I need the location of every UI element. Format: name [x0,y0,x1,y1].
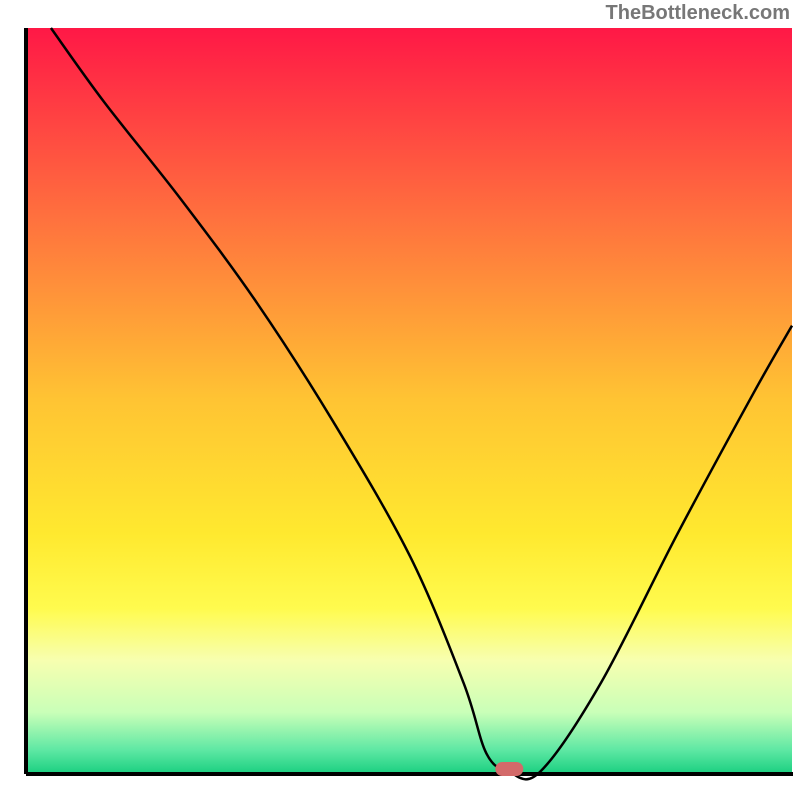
watermark-text: TheBottleneck.com [606,2,790,25]
plot-background [28,28,792,772]
chart-container: TheBottleneck.com [0,0,800,800]
optimal-marker [495,762,523,776]
bottleneck-chart [0,0,800,800]
